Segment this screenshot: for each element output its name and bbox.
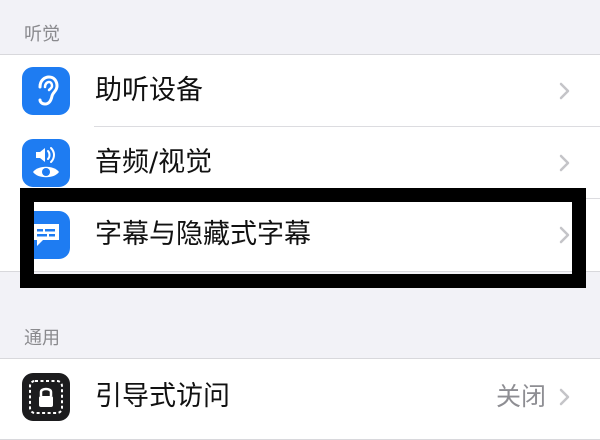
hearing-settings-group: 助听设备 音频/视觉 字幕与隐藏式字幕 (0, 54, 600, 272)
row-value: 关闭 (495, 382, 546, 411)
general-settings-group: 引导式访问 关闭 (0, 358, 600, 440)
ear-icon (22, 67, 70, 115)
caption-bubble-icon (22, 211, 70, 259)
chevron-right-icon (559, 388, 570, 406)
chevron-right-icon (559, 82, 570, 100)
row-label: 字幕与隐藏式字幕 (95, 219, 311, 250)
row-label: 助听设备 (95, 75, 203, 106)
row-label: 音频/视觉 (95, 147, 213, 178)
section-header-general: 通用 (24, 328, 60, 349)
row-subtitles-captions[interactable]: 字幕与隐藏式字幕 (0, 199, 600, 271)
row-hearing-devices[interactable]: 助听设备 (0, 55, 600, 127)
row-audio-visual[interactable]: 音频/视觉 (0, 127, 600, 199)
section-header-hearing: 听觉 (24, 24, 60, 45)
row-guided-access[interactable]: 引导式访问 关闭 (0, 361, 600, 433)
chevron-right-icon (559, 226, 570, 244)
chevron-right-icon (559, 154, 570, 172)
lock-icon (22, 373, 70, 421)
row-label: 引导式访问 (95, 381, 230, 412)
speaker-eye-icon (22, 139, 70, 187)
